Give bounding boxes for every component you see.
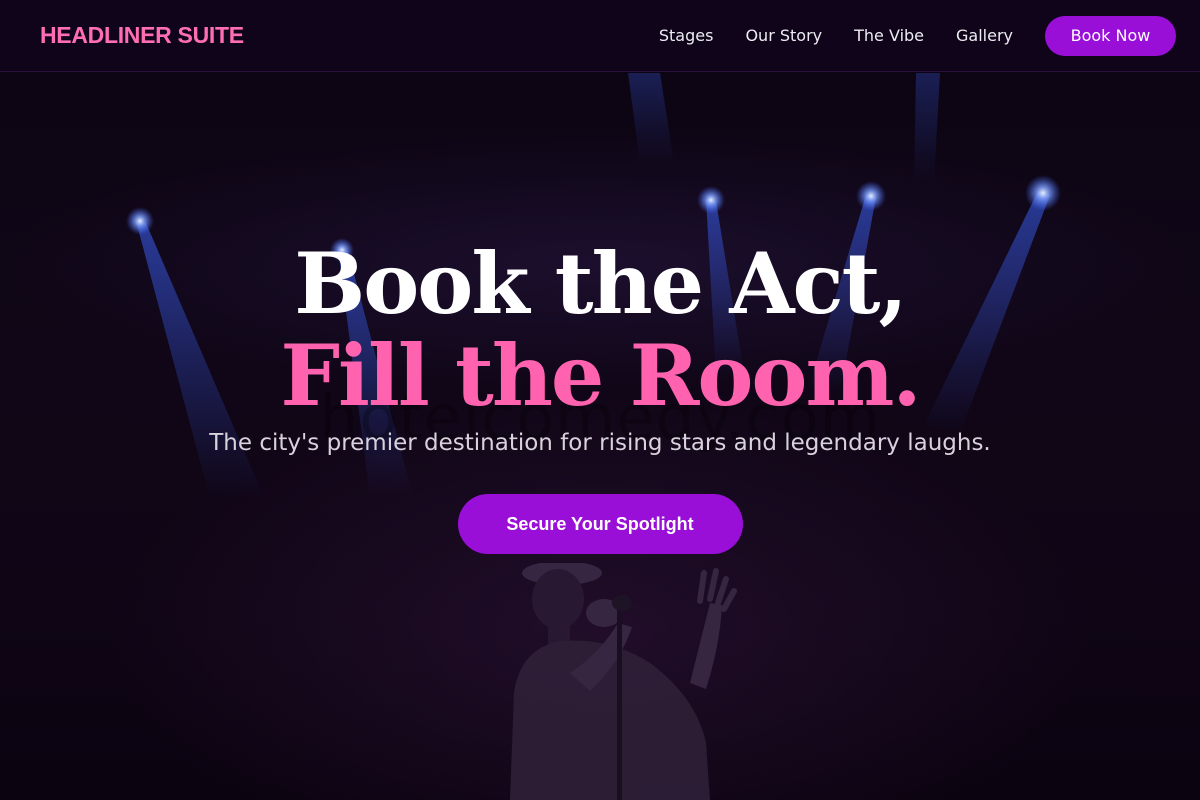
headline-line-1: Book the Act, (294, 234, 907, 333)
hero-section: hotelcomedy.com Book the Act, Fill the R… (0, 73, 1200, 800)
spotlight-icon (126, 207, 154, 235)
spotlight-icon (856, 181, 886, 211)
site-logo[interactable]: HEADLINER SUITE (40, 22, 244, 49)
hero-headline: Book the Act, Fill the Room. (0, 238, 1200, 422)
secure-your-spotlight-button[interactable]: Secure Your Spotlight (457, 494, 743, 554)
nav-link-our-story[interactable]: Our Story (745, 26, 822, 45)
nav-links: Stages Our Story The Vibe Gallery Book N… (659, 15, 1176, 56)
nav-link-stages[interactable]: Stages (659, 26, 714, 45)
hero-subtitle: The city's premier destination for risin… (209, 430, 991, 456)
book-now-button[interactable]: Book Now (1045, 15, 1176, 56)
nav-link-gallery[interactable]: Gallery (956, 26, 1013, 45)
headline-line-2: Fill the Room. (280, 326, 921, 425)
hero-content: Book the Act, Fill the Room. The city's … (0, 238, 1200, 554)
top-navigation: HEADLINER SUITE Stages Our Story The Vib… (0, 0, 1200, 72)
spotlight-icon (697, 186, 725, 214)
spotlight-icon (1025, 175, 1061, 211)
nav-link-the-vibe[interactable]: The Vibe (854, 26, 924, 45)
microphone-performer-image (510, 563, 737, 800)
